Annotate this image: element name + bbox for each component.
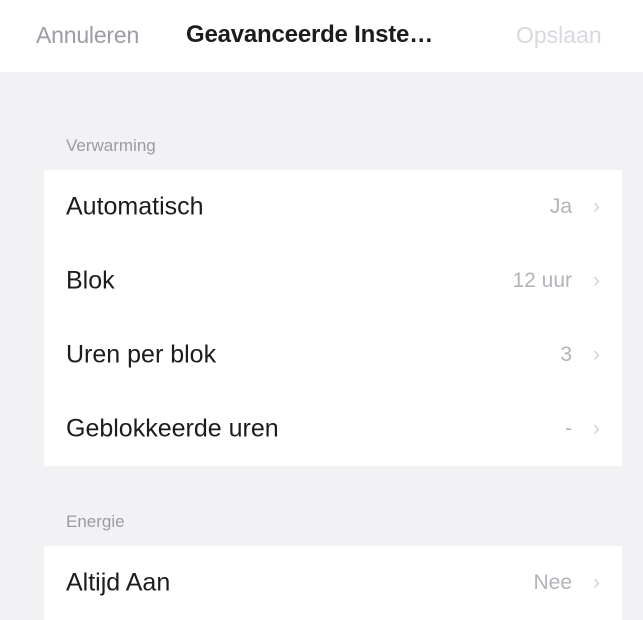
setting-label: Blok xyxy=(66,266,115,295)
chevron-right-icon: › xyxy=(593,343,600,366)
save-button[interactable]: Opslaan xyxy=(516,22,602,49)
chevron-right-icon: › xyxy=(593,571,600,594)
page-title: Geavanceerde Inste… xyxy=(186,21,433,48)
setting-row-uren-per-blok[interactable]: Uren per blok 3 › xyxy=(44,318,622,392)
setting-row-automatisch[interactable]: Automatisch Ja › xyxy=(44,170,622,244)
settings-group-energie: Altijd Aan Nee › xyxy=(44,546,622,620)
setting-row-blok[interactable]: Blok 12 uur › xyxy=(44,244,622,318)
section-header-verwarming: Verwarming xyxy=(66,136,156,155)
setting-label: Geblokkeerde uren xyxy=(66,414,279,443)
chevron-right-icon: › xyxy=(593,269,600,292)
setting-value: - xyxy=(565,417,572,440)
setting-row-geblokkeerde-uren[interactable]: Geblokkeerde uren - › xyxy=(44,392,622,466)
setting-value: Ja xyxy=(549,195,572,218)
setting-label: Automatisch xyxy=(66,192,204,221)
chevron-right-icon: › xyxy=(593,417,600,440)
setting-label: Altijd Aan xyxy=(66,568,171,597)
setting-value: 12 uur xyxy=(512,269,572,292)
cancel-button[interactable]: Annuleren xyxy=(36,22,139,49)
chevron-right-icon: › xyxy=(593,195,600,218)
setting-row-altijd-aan[interactable]: Altijd Aan Nee › xyxy=(44,546,622,620)
navigation-bar: Annuleren Geavanceerde Inste… Opslaan xyxy=(0,0,643,72)
setting-label: Uren per blok xyxy=(66,340,217,369)
setting-value: Nee xyxy=(533,571,572,594)
section-header-energie: Energie xyxy=(66,512,125,531)
advanced-settings-screen: Annuleren Geavanceerde Inste… Opslaan Ve… xyxy=(0,0,643,620)
settings-group-verwarming: Automatisch Ja › Blok 12 uur › Uren per … xyxy=(44,170,622,466)
setting-value: 3 xyxy=(560,343,572,366)
